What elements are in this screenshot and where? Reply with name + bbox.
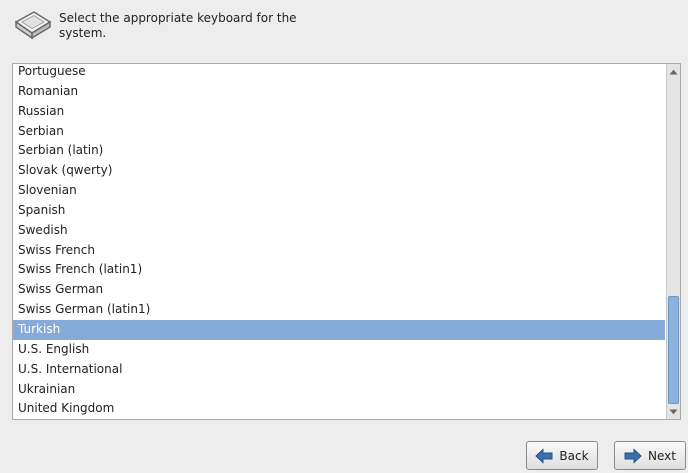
back-button-label: Back — [559, 448, 589, 463]
list-item[interactable]: U.S. English — [13, 340, 665, 360]
header-instruction: Select the appropriate keyboard for the … — [59, 11, 297, 40]
list-item[interactable]: United Kingdom — [13, 399, 665, 419]
list-item[interactable]: Swiss French (latin1) — [13, 260, 665, 280]
list-item[interactable]: Serbian — [13, 122, 665, 142]
scrollbar-thumb[interactable] — [668, 296, 679, 404]
keyboard-list[interactable]: Portuguese Romanian Russian Serbian Serbian … — [12, 63, 681, 420]
next-button-label: Next — [648, 448, 676, 463]
list-item[interactable]: Serbian (latin) — [13, 141, 665, 161]
list-item[interactable]: Portuguese — [13, 64, 665, 82]
list-item[interactable]: Swiss German — [13, 280, 665, 300]
keyboard-icon — [14, 11, 52, 40]
next-button[interactable]: Next — [614, 441, 686, 470]
list-item[interactable]: Turkish — [13, 319, 665, 340]
next-arrow-icon — [624, 447, 642, 464]
scroll-up-arrow-icon[interactable] — [667, 65, 680, 78]
list-item[interactable]: Swiss French — [13, 241, 665, 261]
list-item[interactable]: Swedish — [13, 221, 665, 241]
list-item[interactable]: U.S. International — [13, 360, 665, 380]
list-item[interactable]: Romanian — [13, 82, 665, 102]
back-button[interactable]: Back — [526, 441, 598, 470]
list-item[interactable]: Russian — [13, 102, 665, 122]
list-item[interactable]: Slovak (qwerty) — [13, 161, 665, 181]
back-arrow-icon — [535, 447, 553, 464]
list-item[interactable]: Slovenian — [13, 181, 665, 201]
list-item[interactable]: Spanish — [13, 201, 665, 221]
header: Select the appropriate keyboard for the … — [10, 8, 670, 48]
list-item[interactable]: Ukrainian — [13, 380, 665, 400]
list-item[interactable]: Swiss German (latin1) — [13, 300, 665, 320]
keyboard-list-items: Portuguese Romanian Russian Serbian Serbian … — [13, 64, 665, 419]
scroll-down-arrow-icon[interactable] — [667, 405, 680, 418]
vertical-scrollbar[interactable] — [666, 64, 680, 419]
